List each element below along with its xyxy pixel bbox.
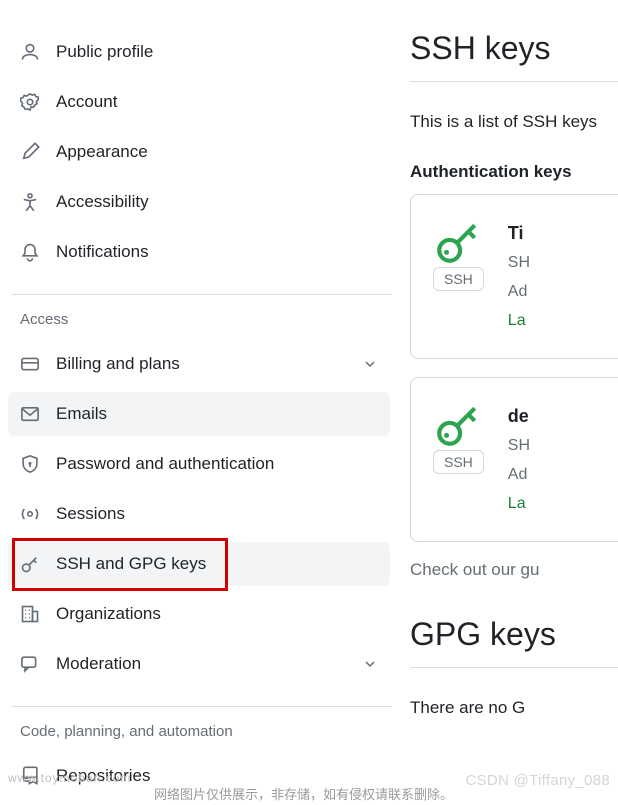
key-title: de: [508, 400, 530, 432]
settings-sidebar: Public profile Account Appearance Access…: [0, 0, 410, 804]
credit-card-icon: [20, 354, 46, 374]
key-last-used: La: [508, 307, 530, 336]
chevron-down-icon: [362, 356, 378, 372]
sidebar-item-billing[interactable]: Billing and plans: [8, 342, 390, 386]
gpg-keys-heading: GPG keys: [410, 616, 618, 653]
sidebar-item-ssh-gpg-keys[interactable]: SSH and GPG keys: [8, 542, 390, 586]
sidebar-item-label: Billing and plans: [56, 354, 362, 374]
divider: [12, 706, 392, 707]
sidebar-item-appearance[interactable]: Appearance: [8, 130, 390, 174]
key-icon: [20, 554, 46, 574]
sidebar-item-sessions[interactable]: Sessions: [8, 492, 390, 536]
ssh-badge: SSH: [433, 450, 484, 474]
sidebar-item-label: Moderation: [56, 654, 362, 674]
key-icon: [433, 400, 484, 450]
watermark: CSDN @Tiffany_088: [465, 772, 610, 789]
main-content: SSH keys This is a list of SSH keys Auth…: [410, 0, 618, 804]
gear-icon: [20, 92, 46, 112]
sidebar-item-label: Password and authentication: [56, 454, 378, 474]
sidebar-item-label: Appearance: [56, 142, 378, 162]
footer-site: www.toymoban.com: [8, 771, 131, 785]
ssh-keys-heading: SSH keys: [410, 30, 618, 67]
paintbrush-icon: [20, 142, 46, 162]
divider: [410, 81, 618, 82]
key-icon: [433, 217, 484, 267]
key-sha: SH: [508, 432, 530, 461]
sidebar-item-label: Notifications: [56, 242, 378, 262]
key-sha: SH: [508, 249, 530, 278]
person-icon: [20, 42, 46, 62]
key-title: Ti: [508, 217, 530, 249]
sidebar-item-organizations[interactable]: Organizations: [8, 592, 390, 636]
accessibility-icon: [20, 192, 46, 212]
ssh-key-card: SSH de SH Ad La: [410, 377, 618, 542]
sidebar-item-emails[interactable]: Emails: [8, 392, 390, 436]
sidebar-item-accessibility[interactable]: Accessibility: [8, 180, 390, 224]
key-added: Ad: [508, 278, 530, 307]
sidebar-section-code: Code, planning, and automation: [8, 717, 410, 754]
sidebar-item-label: SSH and GPG keys: [56, 554, 378, 574]
sidebar-item-notifications[interactable]: Notifications: [8, 230, 390, 274]
shield-lock-icon: [20, 454, 46, 474]
gpg-empty-text: There are no G: [410, 698, 618, 718]
ssh-badge: SSH: [433, 267, 484, 291]
sidebar-item-label: Accessibility: [56, 192, 378, 212]
sidebar-item-label: Account: [56, 92, 378, 112]
sidebar-section-access: Access: [8, 305, 410, 342]
key-added: Ad: [508, 461, 530, 490]
sidebar-item-password[interactable]: Password and authentication: [8, 442, 390, 486]
divider: [410, 667, 618, 668]
footer-note: 网络图片仅供展示，非存储，如有侵权请联系删除。: [154, 784, 453, 803]
checkout-text: Check out our gu: [410, 560, 618, 580]
bell-icon: [20, 242, 46, 262]
divider: [12, 294, 392, 295]
ssh-key-card: SSH Ti SH Ad La: [410, 194, 618, 359]
chevron-down-icon: [362, 656, 378, 672]
broadcast-icon: [20, 504, 46, 524]
sidebar-item-moderation[interactable]: Moderation: [8, 642, 390, 686]
comment-discussion-icon: [20, 654, 46, 674]
ssh-keys-lead: This is a list of SSH keys: [410, 112, 618, 132]
sidebar-item-public-profile[interactable]: Public profile: [8, 30, 390, 74]
mail-icon: [20, 404, 46, 424]
key-last-used: La: [508, 490, 530, 519]
sidebar-item-label: Public profile: [56, 42, 378, 62]
organization-icon: [20, 604, 46, 624]
sidebar-item-account[interactable]: Account: [8, 80, 390, 124]
sidebar-item-label: Organizations: [56, 604, 378, 624]
sidebar-item-label: Emails: [56, 404, 378, 424]
auth-keys-subhead: Authentication keys: [410, 162, 618, 182]
sidebar-item-label: Sessions: [56, 504, 378, 524]
